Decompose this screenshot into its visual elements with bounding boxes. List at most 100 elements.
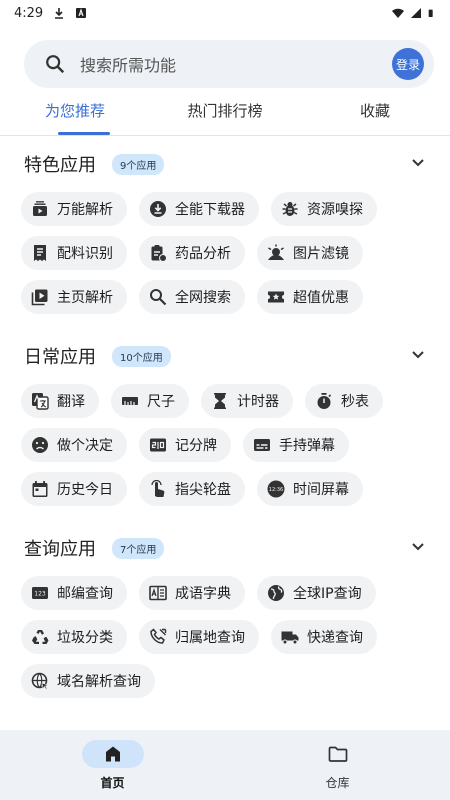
calendar-icon	[31, 480, 49, 498]
chip-label: 万能解析	[57, 202, 113, 218]
login-button[interactable]: 登录	[392, 48, 424, 80]
tab-recommended[interactable]: 为您推荐	[0, 88, 150, 136]
chevron-down-icon[interactable]	[410, 154, 426, 170]
app-chip-ruler[interactable]: 尺子	[111, 384, 189, 418]
ruler-icon	[121, 392, 139, 410]
battery-icon	[428, 9, 433, 17]
app-chip-finger-roulette[interactable]: 指尖轮盘	[139, 472, 245, 506]
chip-group: 万能解析 全能下载器 资源嗅探 配料识别 药品分析 图片滤镜 主页解析 全网搜索…	[0, 192, 450, 314]
nav-repository-label: 仓库	[325, 776, 350, 790]
app-chip-time-screen[interactable]: 12:36 时间屏幕	[257, 472, 363, 506]
app-chip-universal-parse[interactable]: 万能解析	[21, 192, 127, 226]
status-bar: 4:29	[0, 0, 450, 26]
chip-label: 资源嗅探	[307, 202, 363, 218]
medicine-clipboard-icon	[149, 244, 167, 262]
receipt-icon	[31, 244, 49, 262]
svg-text:12:36: 12:36	[269, 487, 283, 493]
chevron-down-icon[interactable]	[410, 346, 426, 362]
bug-icon	[281, 200, 299, 218]
download-notification-icon	[55, 8, 64, 19]
chip-label: 做个决定	[57, 438, 113, 454]
chip-label: 归属地查询	[175, 630, 245, 646]
dictionary-icon	[149, 584, 167, 602]
recycle-icon	[31, 628, 49, 646]
chip-label: 主页解析	[57, 290, 113, 306]
mood-face-icon	[31, 436, 49, 454]
globe-icon	[267, 584, 285, 602]
stopwatch-icon	[315, 392, 333, 410]
tab-ranking[interactable]: 热门排行榜	[150, 88, 300, 136]
chevron-down-icon[interactable]	[410, 538, 426, 554]
app-chip-handheld-danmaku[interactable]: 手持弹幕	[243, 428, 349, 462]
chip-label: 全球IP查询	[293, 586, 362, 602]
app-chip-dns-lookup[interactable]: 域名解析查询	[21, 664, 155, 698]
section-daily: 日常应用 10个应用 翻译 尺子 计时器 秒表 做个决定 记分牌 手持弹幕 历史…	[0, 328, 450, 520]
app-chip-garbage-sorting[interactable]: 垃圾分类	[21, 620, 127, 654]
app-chip-decide[interactable]: 做个决定	[21, 428, 127, 462]
tab-favorites[interactable]: 收藏	[300, 88, 450, 136]
search-bar[interactable]: 搜索所需功能 登录	[24, 40, 434, 88]
app-chip-express-tracking[interactable]: 快递查询	[271, 620, 377, 654]
app-chip-homepage-parse[interactable]: 主页解析	[21, 280, 127, 314]
nav-repository-pill	[307, 740, 369, 768]
app-chip-postcode[interactable]: 123 邮编查询	[21, 576, 127, 610]
section-header[interactable]: 日常应用 10个应用	[0, 328, 450, 384]
chip-group: 翻译 尺子 计时器 秒表 做个决定 记分牌 手持弹幕 历史今日 指尖轮盘 12:…	[0, 384, 450, 506]
image-filter-icon	[267, 244, 285, 262]
chip-label: 时间屏幕	[293, 482, 349, 498]
header: 搜索所需功能 登录 为您推荐 热门排行榜 收藏	[0, 26, 450, 136]
app-chip-idiom-dictionary[interactable]: 成语字典	[139, 576, 245, 610]
app-chip-phone-location[interactable]: 归属地查询	[139, 620, 259, 654]
wifi-icon	[392, 8, 404, 18]
chip-label: 全网搜索	[175, 290, 231, 306]
section-title: 查询应用	[24, 539, 96, 560]
section-header[interactable]: 特色应用 9个应用	[0, 136, 450, 192]
status-time: 4:29	[14, 5, 44, 21]
app-chip-image-filter[interactable]: 图片滤镜	[257, 236, 363, 270]
section-featured: 特色应用 9个应用 万能解析 全能下载器 资源嗅探 配料识别 药品分析 图片滤镜…	[0, 136, 450, 328]
app-count-badge: 7个应用	[112, 537, 165, 559]
chip-group: 123 邮编查询 成语字典 全球IP查询 垃圾分类 归属地查询 快递查询 域名解…	[0, 576, 450, 698]
app-chip-ingredient-scan[interactable]: 配料识别	[21, 236, 127, 270]
app-count-badge: 9个应用	[112, 153, 165, 175]
chip-label: 秒表	[341, 394, 369, 410]
chip-label: 快递查询	[307, 630, 363, 646]
subtitles-icon	[253, 436, 271, 454]
search-placeholder[interactable]: 搜索所需功能	[80, 52, 176, 76]
translate-icon	[31, 392, 49, 410]
app-notification-icon	[76, 8, 87, 18]
section-title: 日常应用	[24, 347, 96, 368]
nav-home[interactable]: 首页	[0, 730, 225, 800]
chip-label: 垃圾分类	[57, 630, 113, 646]
chip-label: 指尖轮盘	[175, 482, 231, 498]
chip-label: 药品分析	[175, 246, 231, 262]
clock-screen-icon: 12:36	[267, 480, 285, 498]
app-chip-resource-sniffer[interactable]: 资源嗅探	[271, 192, 377, 226]
video-stack-icon	[31, 200, 49, 218]
app-chip-web-search[interactable]: 全网搜索	[139, 280, 245, 314]
app-chip-history-today[interactable]: 历史今日	[21, 472, 127, 506]
truck-icon	[281, 628, 299, 646]
app-chip-global-ip[interactable]: 全球IP查询	[257, 576, 376, 610]
app-chip-downloader[interactable]: 全能下载器	[139, 192, 259, 226]
signal-icon	[411, 8, 421, 18]
folder-icon	[328, 746, 347, 762]
chip-label: 计时器	[237, 394, 279, 410]
coupon-icon	[267, 288, 285, 306]
app-count-badge: 10个应用	[112, 345, 171, 367]
app-chip-medicine-analysis[interactable]: 药品分析	[139, 236, 245, 270]
app-chip-deals[interactable]: 超值优惠	[257, 280, 363, 314]
section-header[interactable]: 查询应用 7个应用	[0, 520, 450, 576]
app-chip-stopwatch[interactable]: 秒表	[305, 384, 383, 418]
app-chip-scoreboard[interactable]: 记分牌	[139, 428, 231, 462]
chip-label: 尺子	[147, 394, 175, 410]
chip-label: 域名解析查询	[57, 674, 141, 690]
nav-repository[interactable]: 仓库	[225, 730, 450, 800]
app-chip-timer[interactable]: 计时器	[201, 384, 293, 418]
app-chip-translate[interactable]: 翻译	[21, 384, 99, 418]
playlist-play-icon	[31, 288, 49, 306]
main-content[interactable]: 特色应用 9个应用 万能解析 全能下载器 资源嗅探 配料识别 药品分析 图片滤镜…	[0, 136, 450, 730]
chip-label: 邮编查询	[57, 586, 113, 602]
scoreboard-icon	[149, 436, 167, 454]
bottom-nav: 首页 仓库	[0, 730, 450, 800]
